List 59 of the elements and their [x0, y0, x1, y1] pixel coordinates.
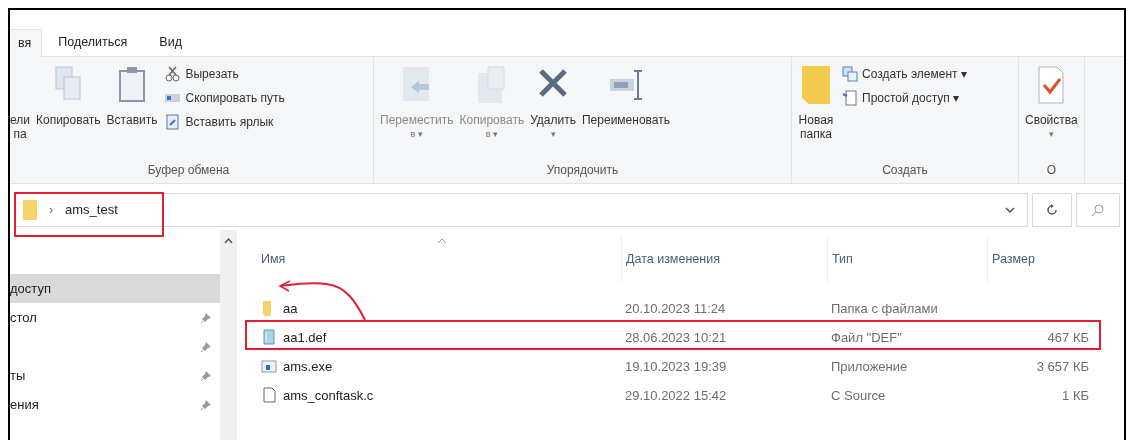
app-icon — [261, 358, 277, 375]
nav-item[interactable]: стол — [10, 303, 220, 332]
date-cell-text: 28.06.2023 10:21 — [624, 328, 728, 347]
nav-item[interactable]: ения — [10, 390, 220, 419]
group-label: О — [1045, 162, 1057, 179]
date-cell-text: 19.10.2023 19:39 — [624, 357, 728, 376]
size-cell: 467 КБ — [1047, 329, 1089, 345]
scissors-button[interactable]: Вырезать — [165, 65, 285, 83]
dropdown-icon[interactable] — [1005, 207, 1015, 213]
ribbon-tab[interactable]: вя — [10, 29, 43, 57]
size-cell: 1 КБ — [1062, 387, 1089, 403]
column-header[interactable]: Тип — [827, 236, 987, 282]
file-icon — [261, 329, 277, 346]
group-label: Упорядочить — [545, 162, 620, 179]
properties-button[interactable]: Свойства ▾ — [1023, 65, 1080, 141]
new-item-icon — [842, 66, 858, 82]
easy-access-button[interactable]: Простой доступ ▾ — [842, 89, 967, 107]
copy-button[interactable]: Копировать — [34, 65, 103, 127]
column-header[interactable]: Дата изменения — [621, 236, 827, 282]
nav-item[interactable]: ты — [10, 361, 220, 390]
shortcut-button[interactable]: Вставить ярлык — [165, 113, 285, 131]
type-cell-text: C Source — [830, 386, 887, 405]
refresh-button[interactable] — [1032, 193, 1072, 227]
path-button[interactable]: Скопировать путь — [165, 89, 285, 107]
shortcut-icon — [165, 114, 182, 130]
size-cell: 3 657 КБ — [1036, 358, 1089, 374]
sort-icon — [437, 238, 447, 244]
scissors-icon — [165, 66, 182, 82]
scroll-up-icon[interactable] — [224, 238, 233, 244]
file-name[interactable]: ams_conftask.c — [257, 385, 621, 406]
file-name[interactable]: aa — [257, 298, 621, 319]
file-name[interactable]: aa1.def — [257, 327, 621, 348]
column-header[interactable]: Размер — [987, 236, 1097, 282]
paste-button[interactable]: Вставить — [104, 65, 160, 127]
ribbon-tab[interactable]: Вид — [143, 28, 198, 56]
search-field[interactable] — [1076, 193, 1120, 227]
search-icon — [1091, 203, 1105, 217]
ribbon-tab[interactable]: Поделиться — [42, 28, 144, 56]
delete-button[interactable]: Удалить ▾ — [528, 65, 578, 141]
folder-icon — [23, 200, 37, 220]
folder-path[interactable]: ams_test — [65, 200, 118, 220]
pin-button[interactable]: ели па — [10, 65, 32, 141]
easy-access-icon — [842, 90, 858, 106]
group-label: Буфер обмена — [146, 162, 231, 179]
nav-item[interactable]: доступ — [10, 274, 220, 303]
document-icon — [261, 387, 277, 404]
type-cell-text: Приложение — [830, 357, 909, 376]
column-header[interactable]: Имя — [257, 236, 621, 282]
refresh-icon — [1045, 203, 1059, 217]
date-cell-text: 20.10.2023 11:24 — [624, 299, 727, 318]
type-cell-text: Папка с файлами — [830, 299, 939, 318]
type-cell-text: Файл "DEF" — [830, 328, 903, 347]
date-cell-text: 29.10.2022 15:42 — [624, 386, 728, 405]
group-label: Создать — [881, 162, 929, 179]
file-name[interactable]: ams.exe — [257, 356, 621, 377]
new-item-button[interactable]: Создать элемент ▾ — [842, 65, 967, 83]
new-folder-button[interactable]: Новая папка — [796, 65, 836, 141]
path-separator: › — [49, 202, 53, 219]
rename-button[interactable]: Переименовать — [580, 65, 672, 127]
